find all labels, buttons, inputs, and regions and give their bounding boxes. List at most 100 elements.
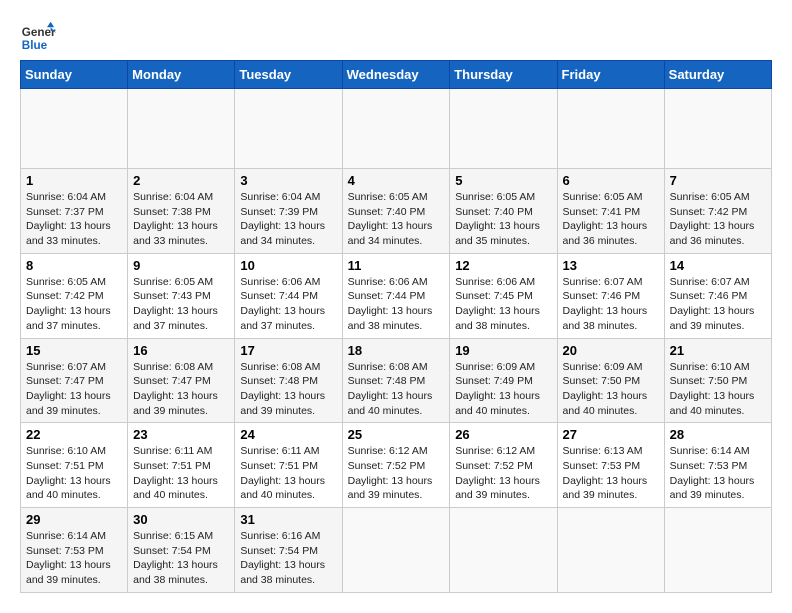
calendar-cell: 7Sunrise: 6:05 AMSunset: 7:42 PMDaylight… xyxy=(664,169,771,254)
day-info: Sunrise: 6:15 AMSunset: 7:54 PMDaylight:… xyxy=(133,529,229,588)
day-number: 25 xyxy=(348,427,445,442)
day-info: Sunrise: 6:08 AMSunset: 7:48 PMDaylight:… xyxy=(348,360,445,419)
calendar-cell xyxy=(21,89,128,169)
logo-icon: General Blue xyxy=(20,20,56,56)
calendar-cell xyxy=(342,89,450,169)
calendar-cell: 10 Sunrise: 6:06 AMSunset: 7:44 PMDayligh… xyxy=(235,253,342,338)
day-number: 23 xyxy=(133,427,229,442)
calendar-cell xyxy=(342,508,450,593)
day-number: 30 xyxy=(133,512,229,527)
calendar-cell: 25 Sunrise: 6:12 AMSunset: 7:52 PMDayligh… xyxy=(342,423,450,508)
day-info: Sunrise: 6:04 AMSunset: 7:39 PMDaylight:… xyxy=(240,190,336,249)
day-info: Sunrise: 6:08 AMSunset: 7:47 PMDaylight:… xyxy=(133,360,229,419)
day-info: Sunrise: 6:16 AMSunset: 7:54 PMDaylight:… xyxy=(240,529,336,588)
day-info: Sunrise: 6:12 AMSunset: 7:52 PMDaylight:… xyxy=(348,444,445,503)
calendar-cell: 12 Sunrise: 6:06 AMSunset: 7:45 PMDayligh… xyxy=(450,253,557,338)
day-info: Sunrise: 6:05 AMSunset: 7:40 PMDaylight:… xyxy=(455,190,551,249)
calendar-cell: 6Sunrise: 6:05 AMSunset: 7:41 PMDaylight… xyxy=(557,169,664,254)
day-info: Sunrise: 6:06 AMSunset: 7:45 PMDaylight:… xyxy=(455,275,551,334)
day-number: 4 xyxy=(348,173,445,188)
calendar-cell xyxy=(450,89,557,169)
calendar-cell: 26Sunrise: 6:12 AMSunset: 7:52 PMDayligh… xyxy=(450,423,557,508)
day-number: 11 xyxy=(348,258,445,273)
day-header-wednesday: Wednesday xyxy=(342,61,450,89)
day-header-sunday: Sunday xyxy=(21,61,128,89)
calendar-cell: 30 Sunrise: 6:15 AMSunset: 7:54 PMDayligh… xyxy=(128,508,235,593)
day-info: Sunrise: 6:10 AMSunset: 7:50 PMDaylight:… xyxy=(670,360,766,419)
calendar-cell: 29Sunrise: 6:14 AMSunset: 7:53 PMDayligh… xyxy=(21,508,128,593)
day-number: 8 xyxy=(26,258,122,273)
calendar-cell xyxy=(664,89,771,169)
day-info: Sunrise: 6:14 AMSunset: 7:53 PMDaylight:… xyxy=(670,444,766,503)
day-number: 18 xyxy=(348,343,445,358)
calendar-cell xyxy=(235,89,342,169)
day-number: 2 xyxy=(133,173,229,188)
day-header-friday: Friday xyxy=(557,61,664,89)
calendar-cell: 21 Sunrise: 6:10 AMSunset: 7:50 PMDayligh… xyxy=(664,338,771,423)
day-number: 21 xyxy=(670,343,766,358)
calendar-cell: 31 Sunrise: 6:16 AMSunset: 7:54 PMDayligh… xyxy=(235,508,342,593)
day-info: Sunrise: 6:08 AMSunset: 7:48 PMDaylight:… xyxy=(240,360,336,419)
day-number: 26 xyxy=(455,427,551,442)
calendar-cell: 17 Sunrise: 6:08 AMSunset: 7:48 PMDayligh… xyxy=(235,338,342,423)
day-number: 12 xyxy=(455,258,551,273)
calendar-week-2: 8Sunrise: 6:05 AMSunset: 7:42 PMDaylight… xyxy=(21,253,772,338)
calendar-cell: 15 Sunrise: 6:07 AMSunset: 7:47 PMDayligh… xyxy=(21,338,128,423)
day-number: 24 xyxy=(240,427,336,442)
day-info: Sunrise: 6:14 AMSunset: 7:53 PMDaylight:… xyxy=(26,529,122,588)
calendar-week-0 xyxy=(21,89,772,169)
calendar-cell xyxy=(450,508,557,593)
day-number: 16 xyxy=(133,343,229,358)
day-number: 28 xyxy=(670,427,766,442)
day-info: Sunrise: 6:07 AMSunset: 7:46 PMDaylight:… xyxy=(670,275,766,334)
day-info: Sunrise: 6:09 AMSunset: 7:50 PMDaylight:… xyxy=(563,360,659,419)
day-number: 17 xyxy=(240,343,336,358)
calendar-week-3: 15 Sunrise: 6:07 AMSunset: 7:47 PMDayligh… xyxy=(21,338,772,423)
day-info: Sunrise: 6:11 AMSunset: 7:51 PMDaylight:… xyxy=(133,444,229,503)
day-number: 1 xyxy=(26,173,122,188)
calendar-cell: 3 Sunrise: 6:04 AMSunset: 7:39 PMDaylight… xyxy=(235,169,342,254)
calendar-week-5: 29Sunrise: 6:14 AMSunset: 7:53 PMDayligh… xyxy=(21,508,772,593)
day-number: 19 xyxy=(455,343,551,358)
calendar-week-4: 22Sunrise: 6:10 AMSunset: 7:51 PMDayligh… xyxy=(21,423,772,508)
days-header-row: SundayMondayTuesdayWednesdayThursdayFrid… xyxy=(21,61,772,89)
calendar-cell: 18 Sunrise: 6:08 AMSunset: 7:48 PMDayligh… xyxy=(342,338,450,423)
day-info: Sunrise: 6:10 AMSunset: 7:51 PMDaylight:… xyxy=(26,444,122,503)
calendar-cell xyxy=(664,508,771,593)
page-header: General Blue xyxy=(20,20,772,56)
logo: General Blue xyxy=(20,20,56,56)
day-info: Sunrise: 6:06 AMSunset: 7:44 PMDaylight:… xyxy=(240,275,336,334)
day-number: 31 xyxy=(240,512,336,527)
day-header-tuesday: Tuesday xyxy=(235,61,342,89)
calendar-week-1: 1Sunrise: 6:04 AMSunset: 7:37 PMDaylight… xyxy=(21,169,772,254)
calendar-cell: 8Sunrise: 6:05 AMSunset: 7:42 PMDaylight… xyxy=(21,253,128,338)
calendar-cell: 11 Sunrise: 6:06 AMSunset: 7:44 PMDayligh… xyxy=(342,253,450,338)
day-number: 3 xyxy=(240,173,336,188)
day-info: Sunrise: 6:11 AMSunset: 7:51 PMDaylight:… xyxy=(240,444,336,503)
day-info: Sunrise: 6:06 AMSunset: 7:44 PMDaylight:… xyxy=(348,275,445,334)
calendar-cell: 22Sunrise: 6:10 AMSunset: 7:51 PMDayligh… xyxy=(21,423,128,508)
calendar-cell: 20Sunrise: 6:09 AMSunset: 7:50 PMDayligh… xyxy=(557,338,664,423)
day-number: 9 xyxy=(133,258,229,273)
day-header-thursday: Thursday xyxy=(450,61,557,89)
calendar-cell: 1Sunrise: 6:04 AMSunset: 7:37 PMDaylight… xyxy=(21,169,128,254)
calendar-body: 1Sunrise: 6:04 AMSunset: 7:37 PMDaylight… xyxy=(21,89,772,593)
day-number: 10 xyxy=(240,258,336,273)
calendar-cell: 9Sunrise: 6:05 AMSunset: 7:43 PMDaylight… xyxy=(128,253,235,338)
calendar-cell: 14Sunrise: 6:07 AMSunset: 7:46 PMDayligh… xyxy=(664,253,771,338)
day-info: Sunrise: 6:07 AMSunset: 7:47 PMDaylight:… xyxy=(26,360,122,419)
calendar-cell: 4Sunrise: 6:05 AMSunset: 7:40 PMDaylight… xyxy=(342,169,450,254)
day-number: 7 xyxy=(670,173,766,188)
day-number: 5 xyxy=(455,173,551,188)
calendar-cell: 19 Sunrise: 6:09 AMSunset: 7:49 PMDayligh… xyxy=(450,338,557,423)
calendar-cell: 16 Sunrise: 6:08 AMSunset: 7:47 PMDayligh… xyxy=(128,338,235,423)
day-number: 15 xyxy=(26,343,122,358)
calendar-cell: 5 Sunrise: 6:05 AMSunset: 7:40 PMDaylight… xyxy=(450,169,557,254)
day-info: Sunrise: 6:09 AMSunset: 7:49 PMDaylight:… xyxy=(455,360,551,419)
calendar-cell: 27 Sunrise: 6:13 AMSunset: 7:53 PMDayligh… xyxy=(557,423,664,508)
calendar-cell: 28 Sunrise: 6:14 AMSunset: 7:53 PMDayligh… xyxy=(664,423,771,508)
day-info: Sunrise: 6:13 AMSunset: 7:53 PMDaylight:… xyxy=(563,444,659,503)
day-info: Sunrise: 6:05 AMSunset: 7:41 PMDaylight:… xyxy=(563,190,659,249)
calendar-cell xyxy=(557,508,664,593)
day-number: 27 xyxy=(563,427,659,442)
